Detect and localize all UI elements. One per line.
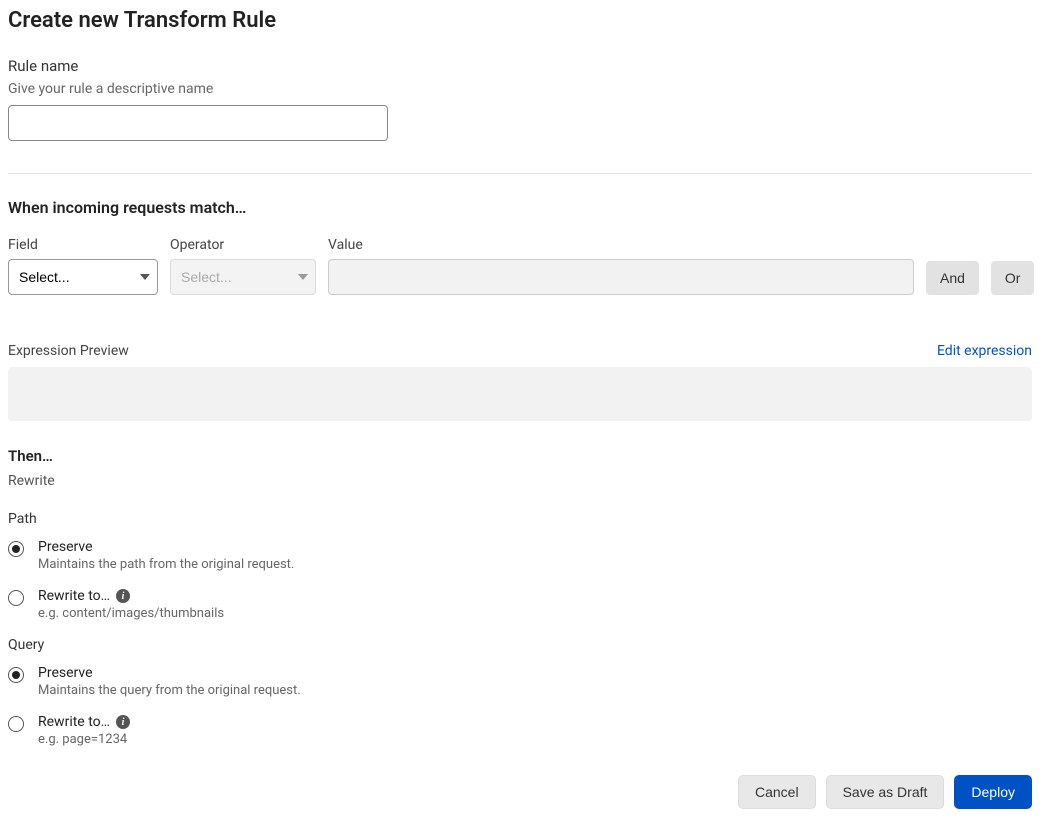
query-preserve-desc: Maintains the query from the original re… [38,683,301,698]
info-icon[interactable]: i [116,589,130,603]
cancel-button[interactable]: Cancel [738,775,816,809]
path-preserve-label: Preserve [38,539,93,555]
query-preserve-radio[interactable] [8,667,24,683]
query-rewrite-radio[interactable] [8,716,24,732]
then-heading: Then… [8,447,1032,465]
and-button[interactable]: And [926,261,979,295]
field-select[interactable]: Select... [8,259,158,295]
deploy-button[interactable]: Deploy [954,775,1032,809]
path-rewrite-desc: e.g. content/images/thumbnails [38,606,224,621]
or-button[interactable]: Or [991,261,1035,295]
path-preserve-desc: Maintains the path from the original req… [38,557,294,572]
query-label: Query [8,637,1032,653]
divider [8,173,1032,174]
path-rewrite-radio[interactable] [8,590,24,606]
rule-name-label: Rule name [8,57,1032,75]
rule-name-hint: Give your rule a descriptive name [8,81,1032,97]
field-label: Field [8,237,158,253]
operator-label: Operator [170,237,316,253]
path-label: Path [8,511,1032,527]
path-preserve-radio[interactable] [8,541,24,557]
match-heading: When incoming requests match… [8,198,1032,217]
value-input[interactable] [328,259,914,295]
operator-select[interactable]: Select... [170,259,316,295]
query-rewrite-label: Rewrite to… [38,714,110,730]
edit-expression-link[interactable]: Edit expression [937,343,1032,359]
rule-name-input[interactable] [8,105,388,141]
then-sub: Rewrite [8,473,1032,489]
query-rewrite-desc: e.g. page=1234 [38,732,130,747]
info-icon[interactable]: i [116,715,130,729]
query-preserve-label: Preserve [38,665,93,681]
expression-preview-label: Expression Preview [8,343,129,359]
save-draft-button[interactable]: Save as Draft [826,775,945,809]
page-title: Create new Transform Rule [8,8,1032,33]
value-label: Value [328,237,914,253]
expression-preview-box [8,367,1032,421]
path-rewrite-label: Rewrite to… [38,588,110,604]
